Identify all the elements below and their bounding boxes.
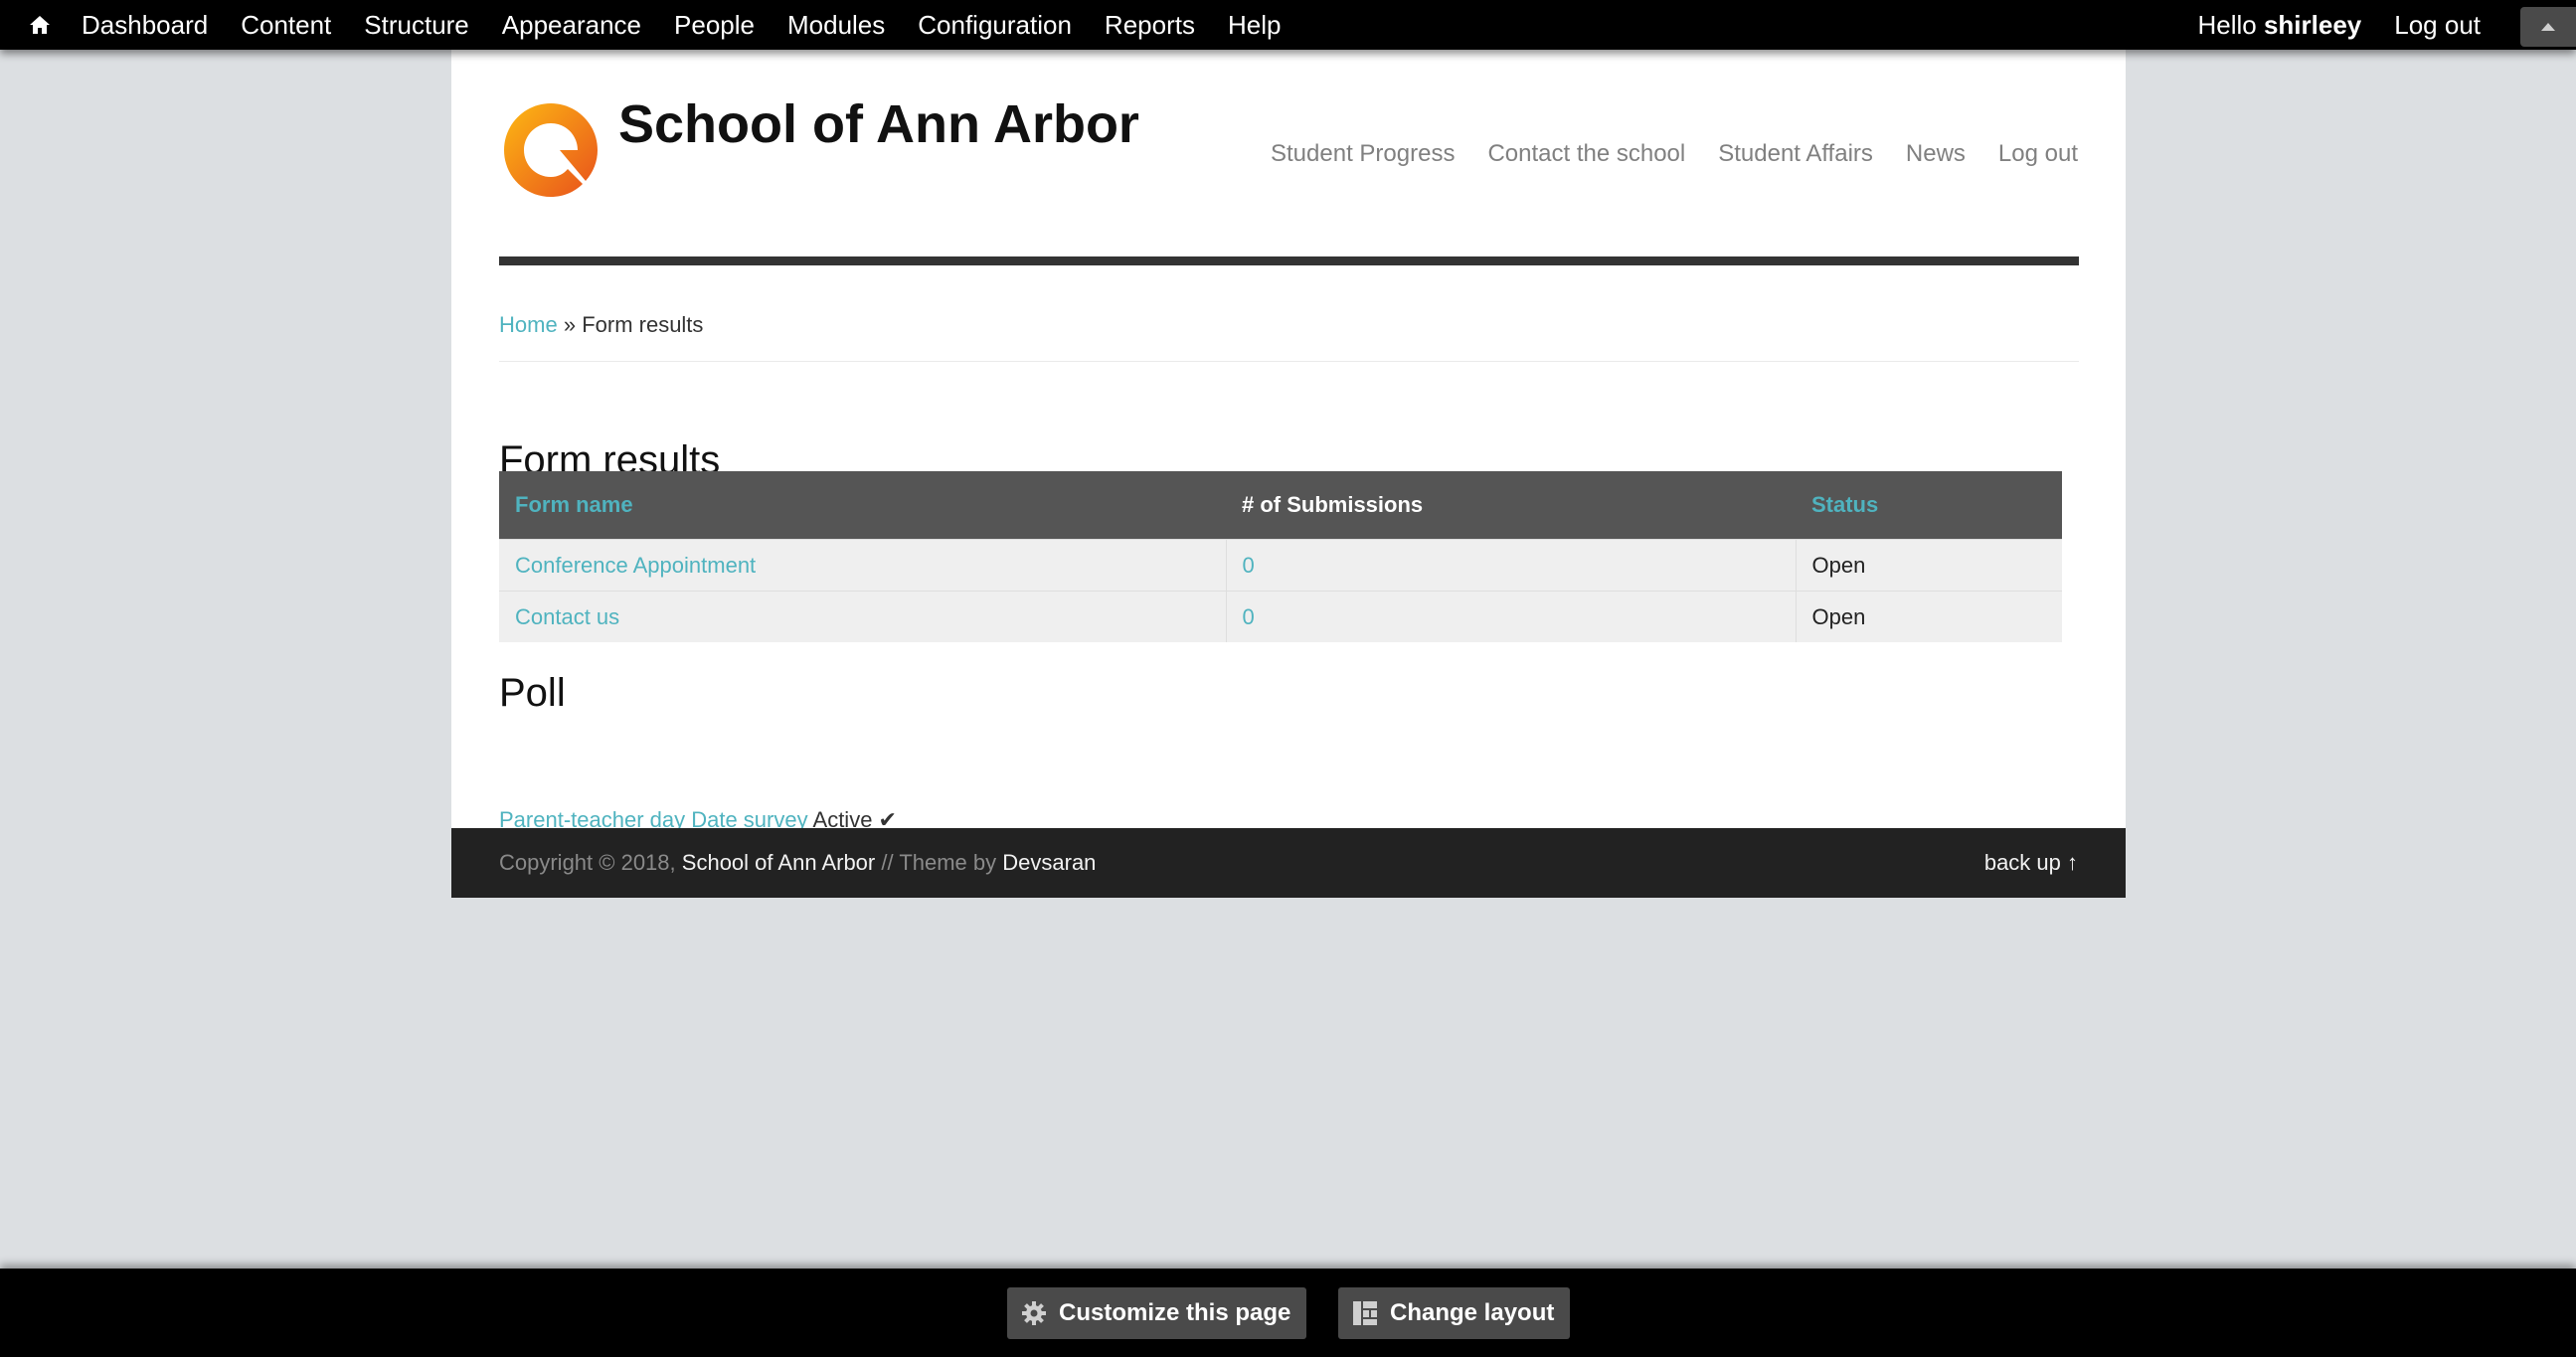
caret-up-icon <box>2541 23 2555 31</box>
menu-item-appearance[interactable]: Appearance <box>502 10 641 41</box>
username-link[interactable]: shirleey <box>2264 10 2361 40</box>
customize-page-button[interactable]: Customize this page <box>1007 1287 1306 1339</box>
footer-copyright: Copyright © 2018, School of Ann Arbor //… <box>499 828 1096 898</box>
change-layout-label: Change layout <box>1390 1299 1555 1326</box>
customize-page-label: Customize this page <box>1059 1299 1291 1326</box>
menu-item-help[interactable]: Help <box>1228 10 1281 41</box>
nav-contact-school[interactable]: Contact the school <box>1487 140 1685 168</box>
nav-student-progress[interactable]: Student Progress <box>1271 140 1455 168</box>
gear-icon <box>1021 1298 1047 1328</box>
home-icon[interactable] <box>27 10 53 40</box>
theme-credit-text: // Theme by <box>881 850 997 875</box>
cell-status: Open <box>1796 539 2062 592</box>
greeting-prefix: Hello <box>2197 9 2257 40</box>
main-nav: Student Progress Contact the school Stud… <box>1238 140 2078 168</box>
poll-heading: Poll <box>499 671 566 715</box>
form-name-link[interactable]: Conference Appointment <box>515 553 756 578</box>
user-area: Hello shirleey Log out <box>2197 0 2481 50</box>
user-greeting: Hello shirleey <box>2197 10 2361 41</box>
toolbar-logout-link[interactable]: Log out <box>2394 10 2481 41</box>
nav-news[interactable]: News <box>1906 140 1966 168</box>
cell-form-name: Conference Appointment <box>499 539 1227 592</box>
cell-submissions: 0 <box>1226 591 1797 642</box>
footer-site-link[interactable]: School of Ann Arbor <box>682 850 875 876</box>
header-divider <box>499 256 2079 265</box>
menu-item-content[interactable]: Content <box>241 10 331 41</box>
page-container: School of Ann Arbor Student Progress Con… <box>451 50 2126 898</box>
site-name[interactable]: School of Ann Arbor <box>618 93 1139 155</box>
admin-menu: Dashboard Content Structure Appearance P… <box>82 0 1313 50</box>
col-header-status: Status <box>1796 471 2062 540</box>
sort-form-name-link[interactable]: Form name <box>515 492 633 517</box>
layout-icon <box>1352 1298 1378 1328</box>
site-logo[interactable] <box>498 97 603 203</box>
table-row: Conference Appointment 0 Open <box>499 539 2062 592</box>
breadcrumb-separator: » <box>563 312 577 337</box>
menu-item-people[interactable]: People <box>674 10 755 41</box>
cell-submissions: 0 <box>1226 539 1797 592</box>
nav-logout[interactable]: Log out <box>1998 140 2078 168</box>
cell-status: Open <box>1796 591 2062 642</box>
site-footer: Copyright © 2018, School of Ann Arbor //… <box>451 828 2126 898</box>
table-header-row: Form name # of Submissions Status <box>499 471 2062 540</box>
footer-theme-link[interactable]: Devsaran <box>1002 850 1096 876</box>
menu-item-reports[interactable]: Reports <box>1105 10 1195 41</box>
menu-item-structure[interactable]: Structure <box>364 10 469 41</box>
submissions-link[interactable]: 0 <box>1243 604 1255 629</box>
copyright-prefix: Copyright © 2018, <box>499 850 676 875</box>
breadcrumb: Home » Form results <box>499 312 703 338</box>
drawer-toggle-button[interactable] <box>2520 7 2576 47</box>
menu-item-dashboard[interactable]: Dashboard <box>82 10 208 41</box>
nav-student-affairs[interactable]: Student Affairs <box>1718 140 1873 168</box>
breadcrumb-home-link[interactable]: Home <box>499 312 558 337</box>
admin-toolbar: Dashboard Content Structure Appearance P… <box>0 0 2576 50</box>
back-up-link[interactable]: back up ↑ <box>1984 828 2078 898</box>
menu-item-configuration[interactable]: Configuration <box>918 10 1072 41</box>
menu-item-modules[interactable]: Modules <box>787 10 885 41</box>
form-results-table: Form name # of Submissions Status Confer… <box>499 471 2062 642</box>
table-row: Contact us 0 Open <box>499 591 2062 642</box>
col-header-submissions: # of Submissions <box>1226 471 1796 540</box>
breadcrumb-divider <box>499 361 2079 362</box>
breadcrumb-current: Form results <box>582 312 704 337</box>
col-header-form-name: Form name <box>499 471 1226 540</box>
change-layout-button[interactable]: Change layout <box>1338 1287 1570 1339</box>
customize-bar: Customize this page Change layout <box>0 1269 2576 1357</box>
cell-form-name: Contact us <box>499 591 1227 642</box>
form-name-link[interactable]: Contact us <box>515 604 619 629</box>
sort-status-link[interactable]: Status <box>1811 492 1878 517</box>
submissions-link[interactable]: 0 <box>1243 553 1255 578</box>
